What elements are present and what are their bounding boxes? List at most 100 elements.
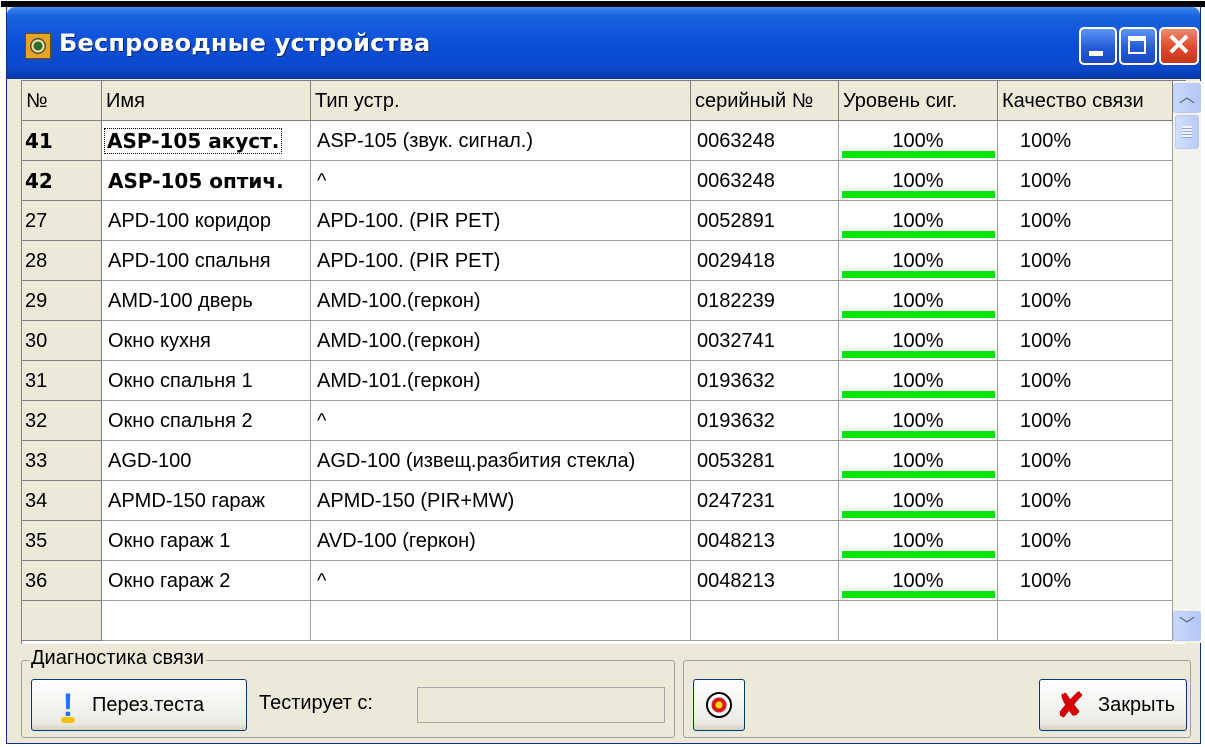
table-row[interactable]: 27 APD-100 коридор APD-100. (PIR PET) 00528… bbox=[22, 201, 1173, 241]
retest-button[interactable]: ! Перез.теста bbox=[31, 679, 247, 731]
link-quality-cell: 100% bbox=[998, 161, 1173, 201]
device-number-text: 33 bbox=[25, 450, 48, 472]
device-name-text: ASP-105 акуст. bbox=[104, 128, 283, 154]
title-bar[interactable]: Беспроводные устройства bbox=[7, 7, 1200, 79]
link-quality-cell: 100% bbox=[998, 401, 1173, 441]
device-number-text: 35 bbox=[25, 530, 48, 552]
device-type-cell: AMD-100.(геркон) bbox=[311, 321, 691, 361]
close-window-button[interactable] bbox=[1159, 27, 1199, 65]
wireless-devices-icon bbox=[25, 33, 51, 59]
device-type-text: APD-100. (PIR PET) bbox=[317, 210, 501, 232]
device-type-text: APD-100. (PIR PET) bbox=[317, 250, 501, 272]
table-row[interactable]: 35 Окно гараж 1 AVD-100 (геркон) 0048213 100… bbox=[22, 521, 1173, 561]
table-row[interactable]: 28 APD-100 спальня APD-100. (PIR PET) 00294… bbox=[22, 241, 1173, 281]
device-name-cell: Окно спальня 2 bbox=[102, 401, 311, 441]
device-type-cell: ^ bbox=[311, 401, 691, 441]
window-title: Беспроводные устройства bbox=[59, 29, 431, 57]
device-type-text: AVD-100 (геркон) bbox=[317, 530, 476, 552]
table-row[interactable]: 41 ASP-105 акуст. ASP-105 (звук. сигнал.) 0… bbox=[22, 121, 1173, 161]
device-type-cell: ASP-105 (звук. сигнал.) bbox=[311, 121, 691, 161]
device-name-text: APMD-150 гараж bbox=[108, 490, 265, 512]
signal-level-cell: 100% bbox=[839, 201, 998, 241]
link-quality-cell: 100% bbox=[998, 241, 1173, 281]
scroll-up-button[interactable]: ︿ bbox=[1173, 83, 1201, 113]
signal-level-bar bbox=[842, 391, 995, 398]
signal-test-button[interactable] bbox=[693, 679, 745, 731]
signal-level-bar bbox=[842, 191, 995, 198]
column-header-serial[interactable]: серийный № bbox=[691, 81, 839, 121]
device-type-cell: APMD-150 (PIR+MW) bbox=[311, 481, 691, 521]
link-quality-text: 100% bbox=[1020, 330, 1072, 352]
column-header-type[interactable]: Тип устр. bbox=[311, 81, 691, 121]
signal-test-icon bbox=[706, 692, 732, 718]
column-header-name[interactable]: Имя bbox=[102, 81, 311, 121]
scroll-thumb[interactable] bbox=[1175, 115, 1199, 149]
device-name-text: Окно спальня 1 bbox=[108, 370, 253, 392]
signal-level-cell: 100% bbox=[839, 161, 998, 201]
maximize-button[interactable] bbox=[1119, 27, 1157, 65]
serial-number-cell: 0193632 bbox=[691, 361, 839, 401]
table-row[interactable]: 31 Окно спальня 1 AMD-101.(геркон) 0193632 1… bbox=[22, 361, 1173, 401]
device-number-cell: 31 bbox=[22, 361, 102, 401]
device-type-cell: AVD-100 (геркон) bbox=[311, 521, 691, 561]
device-name-text: AMD-100 дверь bbox=[108, 290, 253, 312]
serial-number-cell: 0052891 bbox=[691, 201, 839, 241]
serial-number-text: 0052891 bbox=[697, 210, 775, 232]
close-button[interactable]: ✘ Закрыть bbox=[1039, 679, 1187, 731]
device-type-cell: APD-100. (PIR PET) bbox=[311, 241, 691, 281]
column-header-signal[interactable]: Уровень сиг. bbox=[839, 81, 998, 121]
signal-level-cell: 100% bbox=[839, 281, 998, 321]
device-name-cell: Окно кухня bbox=[102, 321, 311, 361]
device-type-cell: AGD-100 (извещ.разбития стекла) bbox=[311, 441, 691, 481]
device-number-text: 36 bbox=[25, 570, 48, 592]
table-row[interactable]: 29 AMD-100 дверь AMD-100.(геркон) 0182239 10… bbox=[22, 281, 1173, 321]
column-header-number[interactable]: № bbox=[22, 81, 102, 121]
device-name-text: Окно гараж 2 bbox=[108, 570, 231, 592]
serial-number-cell: 0193632 bbox=[691, 401, 839, 441]
vertical-scrollbar[interactable] bbox=[1173, 81, 1201, 643]
empty-cell bbox=[691, 601, 839, 641]
close-button-label: Закрыть bbox=[1098, 694, 1176, 716]
signal-level-bar bbox=[842, 351, 995, 358]
signal-level-bar bbox=[842, 311, 995, 318]
device-number-cell: 36 bbox=[22, 561, 102, 601]
signal-level-bar bbox=[842, 471, 995, 478]
link-quality-text: 100% bbox=[1020, 530, 1072, 552]
devices-grid[interactable]: № Имя Тип устр. серийный № Уровень сиг. … bbox=[21, 80, 1201, 644]
empty-row-number bbox=[22, 601, 102, 641]
signal-level-cell: 100% bbox=[839, 561, 998, 601]
link-quality-cell: 100% bbox=[998, 281, 1173, 321]
serial-number-cell: 0029418 bbox=[691, 241, 839, 281]
device-name-text: APD-100 коридор bbox=[108, 210, 272, 232]
signal-level-cell: 100% bbox=[839, 521, 998, 561]
serial-number-text: 0032741 bbox=[697, 330, 775, 352]
table-row[interactable]: 42 ASP-105 оптич. ^ 0063248 100% 100% bbox=[22, 161, 1173, 201]
device-number-cell: 28 bbox=[22, 241, 102, 281]
scroll-down-button[interactable]: ﹀ bbox=[1173, 611, 1201, 641]
link-quality-text: 100% bbox=[1020, 250, 1072, 272]
link-quality-cell: 100% bbox=[998, 521, 1173, 561]
column-header-quality[interactable]: Качество связи bbox=[998, 81, 1173, 121]
minimize-button[interactable] bbox=[1079, 27, 1117, 65]
testing-field bbox=[417, 687, 665, 723]
table-row[interactable]: 30 Окно кухня AMD-100.(геркон) 0032741 100% 1… bbox=[22, 321, 1173, 361]
table-row[interactable]: 32 Окно спальня 2 ^ 0193632 100% 100% bbox=[22, 401, 1173, 441]
device-name-cell: AMD-100 дверь bbox=[102, 281, 311, 321]
device-number-text: 31 bbox=[25, 370, 48, 392]
link-quality-text: 100% bbox=[1020, 410, 1072, 432]
device-number-text: 41 bbox=[25, 129, 53, 153]
link-quality-text: 100% bbox=[1020, 170, 1072, 192]
signal-level-cell: 100% bbox=[839, 121, 998, 161]
serial-number-text: 0247231 bbox=[697, 490, 775, 512]
empty-row[interactable] bbox=[22, 601, 1173, 641]
device-number-text: 34 bbox=[25, 490, 48, 512]
device-number-cell: 33 bbox=[22, 441, 102, 481]
table-row[interactable]: 34 APMD-150 гараж APMD-150 (PIR+MW) 0247231… bbox=[22, 481, 1173, 521]
table-row[interactable]: 36 Окно гараж 2 ^ 0048213 100% 100% bbox=[22, 561, 1173, 601]
signal-level-cell: 100% bbox=[839, 481, 998, 521]
link-quality-cell: 100% bbox=[998, 321, 1173, 361]
serial-number-text: 0193632 bbox=[697, 410, 775, 432]
signal-level-cell: 100% bbox=[839, 361, 998, 401]
device-number-cell: 35 bbox=[22, 521, 102, 561]
table-row[interactable]: 33 AGD-100 AGD-100 (извещ.разбития стекла)… bbox=[22, 441, 1173, 481]
